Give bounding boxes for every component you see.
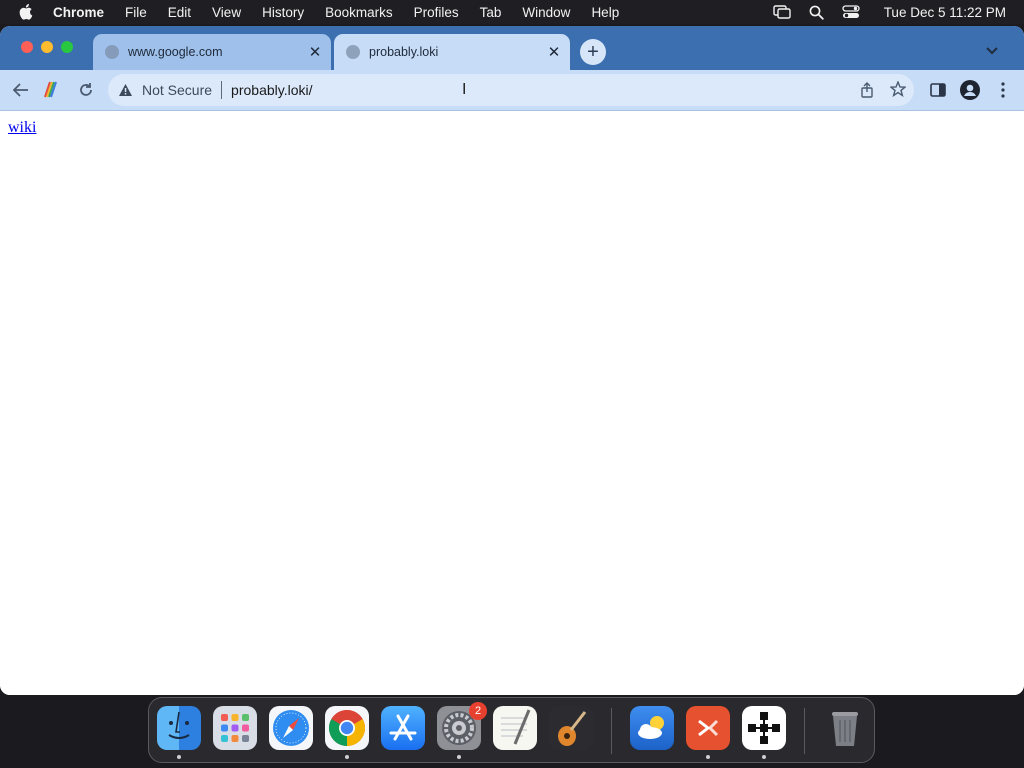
tab-search-chevron-icon[interactable] bbox=[985, 43, 1003, 57]
menu-view[interactable]: View bbox=[212, 5, 241, 20]
profile-avatar-icon[interactable] bbox=[960, 80, 980, 100]
menu-file[interactable]: File bbox=[125, 5, 147, 20]
more-options-icon[interactable] bbox=[993, 80, 1013, 100]
reload-icon[interactable] bbox=[76, 80, 96, 100]
menu-edit[interactable]: Edit bbox=[168, 5, 191, 20]
system-settings-icon[interactable]: 2 bbox=[437, 702, 487, 759]
menu-tab[interactable]: Tab bbox=[480, 5, 502, 20]
menu-clock[interactable]: Tue Dec 5 11:22 PM bbox=[884, 5, 1006, 20]
dock-separator bbox=[611, 708, 612, 754]
tab-title: www.google.com bbox=[128, 45, 223, 59]
zoom-window-button[interactable] bbox=[61, 41, 73, 53]
running-indicator bbox=[345, 755, 349, 759]
running-indicator bbox=[457, 755, 461, 759]
warning-triangle-icon[interactable] bbox=[118, 83, 136, 97]
wiki-link[interactable]: wiki bbox=[8, 119, 36, 137]
url-text[interactable]: probably.loki/ bbox=[231, 82, 312, 98]
weather-icon[interactable] bbox=[630, 706, 674, 750]
forward-arrow-icon[interactable] bbox=[41, 80, 61, 100]
network-app-icon[interactable] bbox=[742, 706, 786, 759]
safari-icon[interactable] bbox=[269, 706, 313, 750]
running-indicator bbox=[177, 755, 181, 759]
launchpad-icon[interactable] bbox=[213, 706, 257, 750]
tab-close-icon[interactable]: ✕ bbox=[305, 42, 325, 62]
trash-icon[interactable] bbox=[823, 706, 867, 750]
dock: 2 bbox=[148, 697, 875, 763]
share-icon[interactable] bbox=[860, 82, 874, 101]
app-store-icon[interactable] bbox=[381, 706, 425, 750]
menu-history[interactable]: History bbox=[262, 5, 304, 20]
menu-bookmarks[interactable]: Bookmarks bbox=[325, 5, 393, 20]
tab-google[interactable]: www.google.com ✕ bbox=[93, 34, 331, 70]
tab-strip: www.google.com ✕ probably.loki ✕ + bbox=[0, 26, 1024, 70]
address-bar[interactable]: Not Secure probably.loki/ I bbox=[108, 74, 914, 106]
notification-badge: 2 bbox=[469, 702, 487, 720]
apple-menu-icon[interactable] bbox=[19, 4, 37, 20]
browser-toolbar: Not Secure probably.loki/ I bbox=[0, 70, 1024, 111]
running-indicator bbox=[706, 755, 710, 759]
tab-title: probably.loki bbox=[369, 45, 439, 59]
page-content: wiki bbox=[0, 111, 1024, 695]
textedit-icon[interactable] bbox=[493, 706, 537, 750]
screen-mirroring-icon[interactable] bbox=[772, 5, 791, 19]
remote-desktop-icon[interactable] bbox=[686, 706, 730, 759]
menu-app-name[interactable]: Chrome bbox=[53, 5, 104, 20]
menu-window[interactable]: Window bbox=[522, 5, 570, 20]
spotlight-search-icon[interactable] bbox=[809, 5, 824, 20]
control-center-icon[interactable] bbox=[842, 5, 860, 19]
menu-bar: Chrome File Edit View History Bookmarks … bbox=[0, 0, 1024, 24]
text-cursor-icon: I bbox=[462, 81, 467, 98]
close-window-button[interactable] bbox=[21, 41, 33, 53]
side-panel-icon[interactable] bbox=[928, 80, 948, 100]
globe-icon bbox=[346, 45, 360, 59]
garageband-icon[interactable] bbox=[549, 706, 593, 750]
running-indicator bbox=[762, 755, 766, 759]
security-status-label[interactable]: Not Secure bbox=[142, 82, 212, 98]
minimize-window-button[interactable] bbox=[41, 41, 53, 53]
chrome-icon[interactable] bbox=[325, 706, 369, 759]
globe-icon bbox=[105, 45, 119, 59]
omnibox-divider bbox=[221, 81, 223, 99]
menu-profiles[interactable]: Profiles bbox=[414, 5, 459, 20]
tab-probably-loki[interactable]: probably.loki ✕ bbox=[334, 34, 570, 70]
new-tab-button[interactable]: + bbox=[580, 39, 606, 65]
menu-help[interactable]: Help bbox=[591, 5, 619, 20]
finder-icon[interactable] bbox=[157, 706, 201, 759]
bookmark-star-icon[interactable] bbox=[889, 80, 907, 100]
browser-window: www.google.com ✕ probably.loki ✕ + Not S… bbox=[0, 26, 1024, 695]
tab-close-icon[interactable]: ✕ bbox=[544, 42, 564, 62]
dock-separator bbox=[804, 708, 805, 754]
back-arrow-icon[interactable] bbox=[11, 80, 31, 100]
